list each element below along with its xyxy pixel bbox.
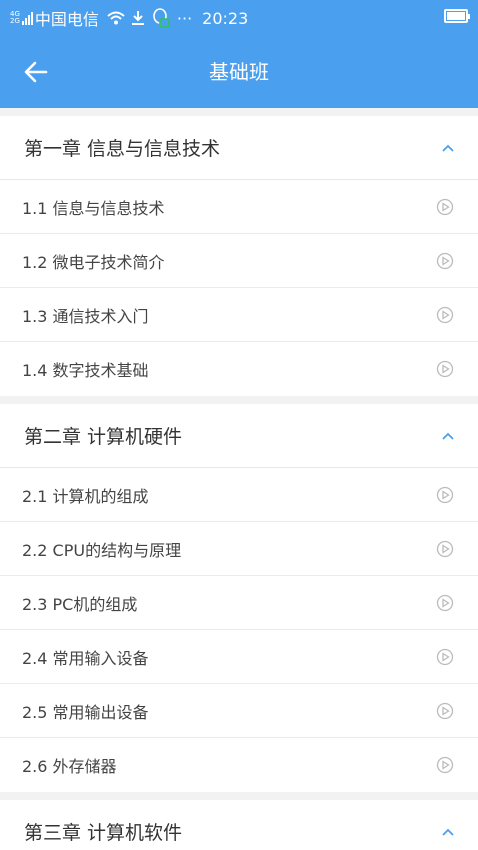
lesson-item[interactable]: 1.4 数字技术基础 (0, 342, 478, 396)
lesson-item[interactable]: 2.6 外存储器 (0, 738, 478, 792)
network-type: 4G 2G (10, 11, 20, 25)
play-icon[interactable] (436, 594, 454, 612)
play-icon[interactable] (436, 702, 454, 720)
clock: 20:23 (202, 8, 249, 28)
lesson-item[interactable]: 2.1 计算机的组成 (0, 468, 478, 522)
chapter-header[interactable]: 第一章 信息与信息技术 (0, 116, 478, 180)
lesson-title: 2.4 常用输入设备 (22, 648, 149, 668)
lesson-item[interactable]: 2.2 CPU的结构与原理 (0, 522, 478, 576)
lesson-title: 1.2 微电子技术简介 (22, 252, 165, 272)
lesson-item[interactable]: 2.5 常用输出设备 (0, 684, 478, 738)
page-title: 基础班 (209, 60, 269, 84)
lesson-item[interactable]: 1.3 通信技术入门 (0, 288, 478, 342)
lesson-item[interactable]: 1.2 微电子技术简介 (0, 234, 478, 288)
chevron-up-icon[interactable] (440, 431, 456, 441)
carrier-name: 中国电信 (34, 10, 99, 29)
status-bar: 4G 2G 中国电信 ··· 20:23 (0, 0, 478, 36)
network-type-2g: 2G (10, 17, 20, 25)
chevron-up-icon[interactable] (440, 143, 456, 153)
lesson-item[interactable]: 1.1 信息与信息技术 (0, 180, 478, 234)
chapter-header[interactable]: 第三章 计算机软件 (0, 800, 478, 850)
lesson-item[interactable]: 2.3 PC机的组成 (0, 576, 478, 630)
chapter-list: 第一章 信息与信息技术 1.1 信息与信息技术 1.2 微电子技术简介 1.3 … (0, 116, 478, 850)
chapter-3: 第三章 计算机软件 (0, 800, 478, 850)
download-icon (131, 10, 145, 26)
lesson-title: 2.3 PC机的组成 (22, 594, 138, 614)
chapter-title: 第一章 信息与信息技术 (24, 138, 221, 160)
wifi-icon (107, 11, 125, 25)
chapter-header[interactable]: 第二章 计算机硬件 (0, 404, 478, 468)
lesson-title: 2.1 计算机的组成 (22, 486, 149, 506)
lesson-title: 1.3 通信技术入门 (22, 306, 149, 326)
battery-icon (444, 9, 470, 23)
play-icon[interactable] (436, 252, 454, 270)
chapter-title: 第三章 计算机软件 (24, 822, 183, 844)
play-icon[interactable] (436, 306, 454, 324)
play-icon[interactable] (436, 486, 454, 504)
lesson-title: 2.5 常用输出设备 (22, 702, 149, 722)
chevron-up-icon[interactable] (440, 827, 456, 837)
app-bar: 基础班 (0, 36, 478, 108)
qq-icon (151, 7, 171, 29)
lesson-item[interactable]: 2.4 常用输入设备 (0, 630, 478, 684)
play-icon[interactable] (436, 756, 454, 774)
play-icon[interactable] (436, 540, 454, 558)
lesson-title: 1.1 信息与信息技术 (22, 198, 165, 218)
lesson-title: 2.6 外存储器 (22, 757, 117, 776)
play-icon[interactable] (436, 198, 454, 216)
signal-icon (21, 11, 33, 25)
lesson-title: 2.2 CPU的结构与原理 (22, 540, 182, 560)
play-icon[interactable] (436, 648, 454, 666)
chapter-1: 第一章 信息与信息技术 1.1 信息与信息技术 1.2 微电子技术简介 1.3 … (0, 116, 478, 396)
lesson-title: 1.4 数字技术基础 (22, 361, 149, 380)
play-icon[interactable] (436, 360, 454, 378)
chapter-title: 第二章 计算机硬件 (24, 426, 183, 448)
more-indicator: ··· (176, 8, 193, 28)
chapter-2: 第二章 计算机硬件 2.1 计算机的组成 2.2 CPU的结构与原理 2.3 P… (0, 404, 478, 792)
